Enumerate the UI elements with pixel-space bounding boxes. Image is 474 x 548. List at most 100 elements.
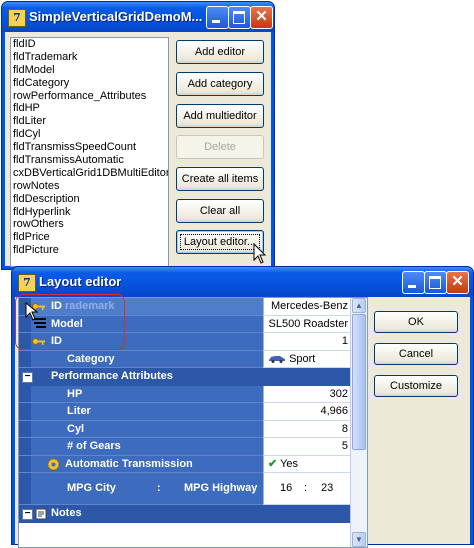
- category-label-notes: Notes: [51, 507, 82, 519]
- row-value-mpg-city[interactable]: 16: [280, 480, 292, 497]
- row-label-mpg-highway: MPG Highway: [184, 482, 258, 494]
- row-value-mpg-sep: :: [304, 482, 308, 494]
- row-value-id[interactable]: 1: [263, 333, 351, 351]
- customize-label: Customize: [390, 380, 442, 392]
- layout-editor-label: Layout editor...: [179, 234, 261, 250]
- add-editor-button[interactable]: Add editor: [176, 40, 264, 64]
- row-value-cyl[interactable]: 8: [263, 420, 351, 438]
- add-editor-label: Add editor: [194, 46, 246, 58]
- row-label-gears: # of Gears: [67, 440, 121, 452]
- row-value-automatic: Yes: [280, 457, 299, 470]
- row-value-liter[interactable]: 4,966: [263, 403, 351, 421]
- customize-button[interactable]: Customize: [374, 375, 458, 397]
- demo-window-title: SimpleVerticalGridDemoM...: [29, 9, 203, 24]
- list-item[interactable]: fldPrice: [11, 231, 168, 244]
- close-icon[interactable]: ✕: [446, 271, 469, 294]
- row-value-automatic-cell[interactable]: ✔ Yes: [263, 455, 351, 473]
- list-item[interactable]: cxDBVerticalGrid1DBMultiEditorF: [11, 167, 168, 180]
- grid-row-automatic[interactable]: Automatic Transmission ✔ Yes: [19, 455, 351, 473]
- category-performance[interactable]: − Performance Attributes: [19, 368, 351, 386]
- close-icon[interactable]: ✕: [250, 6, 273, 29]
- row-value-hp[interactable]: 302: [263, 385, 351, 403]
- maximize-icon[interactable]: [424, 271, 447, 294]
- delete-label: Delete: [204, 141, 236, 153]
- row-gutter: [19, 350, 31, 367]
- list-item[interactable]: fldCyl: [11, 128, 168, 141]
- clear-all-button[interactable]: Clear all: [176, 199, 264, 223]
- row-value-category-cell[interactable]: Sport: [263, 350, 351, 368]
- row-value-mpg-cell[interactable]: 16 : 23: [263, 473, 351, 505]
- demo-client: fldID fldTrademark fldModel fldCategory rowP…: [5, 32, 271, 267]
- row-label-cyl: Cyl: [67, 422, 85, 435]
- list-item[interactable]: fldTrademark: [11, 51, 168, 64]
- maximize-icon[interactable]: [228, 6, 251, 29]
- demo-titlebar[interactable]: 7 SimpleVerticalGridDemoM... ✕: [2, 2, 274, 32]
- add-category-button[interactable]: Add category: [176, 72, 264, 96]
- items-listbox[interactable]: fldID fldTrademark fldModel fldCategory rowP…: [10, 37, 169, 267]
- list-item[interactable]: fldID: [11, 38, 168, 51]
- row-gutter: [19, 385, 31, 402]
- grid-row-mpg[interactable]: MPG City : MPG Highway 16 : 23: [19, 473, 351, 505]
- collapse-icon[interactable]: −: [22, 372, 33, 383]
- row-value-mpg-highway[interactable]: 23: [321, 480, 333, 497]
- row-value-gears[interactable]: 5: [263, 438, 351, 456]
- minimize-icon[interactable]: [402, 271, 425, 294]
- row-value-trademark[interactable]: Mercedes-Benz: [263, 298, 351, 316]
- mouse-cursor-icon: [253, 243, 267, 264]
- collapse-icon[interactable]: −: [22, 509, 33, 520]
- add-category-label: Add category: [187, 78, 253, 90]
- list-item[interactable]: fldHP: [11, 102, 168, 115]
- list-item[interactable]: rowPerformance_Attributes: [11, 90, 168, 103]
- delete-button[interactable]: Delete: [176, 135, 264, 159]
- list-item[interactable]: fldTransmissSpeedCount: [11, 141, 168, 154]
- create-all-items-label: Create all items: [181, 173, 259, 185]
- list-item[interactable]: rowNotes: [11, 180, 168, 193]
- layout-editor-button[interactable]: Layout editor...: [176, 230, 264, 254]
- grid-scrollbar[interactable]: ▲ ▼: [350, 298, 367, 547]
- row-gutter: [19, 438, 31, 455]
- checkmark-icon: ✔: [268, 457, 278, 470]
- cancel-button[interactable]: Cancel: [374, 343, 458, 365]
- ok-label: OK: [408, 316, 424, 328]
- grid-row-hp[interactable]: HP 302: [19, 385, 351, 403]
- layout-editor-window: 7 Layout editor ✕ ID rademark Mercedes-B…: [11, 266, 474, 548]
- category-notes[interactable]: − Notes: [19, 505, 351, 523]
- clear-all-label: Clear all: [199, 205, 241, 217]
- list-item[interactable]: fldDescription: [11, 193, 168, 206]
- minimize-icon[interactable]: [206, 6, 229, 29]
- grid-row-liter[interactable]: Liter 4,966: [19, 403, 351, 421]
- category-label-performance: Performance Attributes: [51, 370, 173, 382]
- list-item[interactable]: fldModel: [11, 64, 168, 77]
- layout-editor-titlebar[interactable]: 7 Layout editor ✕: [12, 267, 473, 297]
- row-gutter: [19, 403, 31, 420]
- add-multieditor-button[interactable]: Add multieditor: [176, 104, 264, 128]
- row-gutter: [19, 473, 31, 504]
- list-item[interactable]: fldTransmissAutomatic: [11, 154, 168, 167]
- notes-icon: [35, 508, 47, 520]
- row-label-automatic: Automatic Transmission: [65, 457, 193, 470]
- row-gutter: [19, 420, 31, 437]
- list-item[interactable]: fldHyperlink: [11, 206, 168, 219]
- create-all-items-button[interactable]: Create all items: [176, 167, 264, 191]
- list-item[interactable]: fldCategory: [11, 77, 168, 90]
- scroll-up-icon[interactable]: ▲: [352, 298, 366, 313]
- grid-row-cyl[interactable]: Cyl 8: [19, 420, 351, 438]
- highlight-ring: [15, 294, 125, 350]
- car-icon: [269, 355, 285, 363]
- gear-icon: [47, 458, 60, 470]
- layout-editor-title: Layout editor: [39, 274, 122, 289]
- row-label-mpg-sep: :: [157, 482, 161, 494]
- scroll-thumb[interactable]: [352, 314, 366, 450]
- grid-row-category[interactable]: Category Sport: [19, 350, 351, 368]
- row-label-liter: Liter: [67, 405, 91, 417]
- add-multieditor-label: Add multieditor: [183, 110, 257, 122]
- row-value-category: Sport: [289, 352, 316, 365]
- row-value-model[interactable]: SL500 Roadster: [263, 315, 351, 333]
- list-item[interactable]: fldLiter: [11, 115, 168, 128]
- list-item[interactable]: fldPicture: [11, 244, 168, 257]
- list-item[interactable]: rowOthers: [11, 218, 168, 231]
- grid-row-gears[interactable]: # of Gears 5: [19, 438, 351, 456]
- ok-button[interactable]: OK: [374, 311, 458, 333]
- row-label-hp: HP: [67, 387, 83, 400]
- layout-editor-client: ID rademark Mercedes-Benz Model SL500 Ro…: [15, 294, 470, 548]
